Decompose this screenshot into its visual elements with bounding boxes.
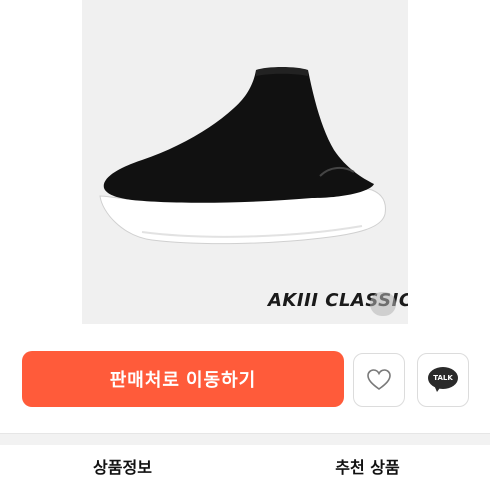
- go-to-seller-button[interactable]: 판매처로 이동하기: [22, 351, 344, 407]
- product-page: AKIII CLASSIC 판매처로 이동하기 TALK 상품정보 추천 상품: [0, 0, 490, 490]
- zoom-icon[interactable]: [370, 292, 396, 316]
- wishlist-button[interactable]: [353, 353, 405, 407]
- tab-product-info[interactable]: 상품정보: [0, 445, 245, 490]
- shoe-upper: [103, 70, 374, 203]
- heart-icon: [367, 369, 391, 390]
- tab-recommended[interactable]: 추천 상품: [245, 445, 490, 490]
- product-tabs: 상품정보 추천 상품: [0, 445, 490, 490]
- talk-label: TALK: [428, 367, 458, 389]
- product-image[interactable]: AKIII CLASSIC: [82, 0, 408, 324]
- kakao-talk-button[interactable]: TALK: [417, 353, 469, 407]
- section-divider: [0, 433, 490, 445]
- kakao-talk-icon: TALK: [428, 367, 458, 393]
- sneaker-illustration: [99, 67, 386, 245]
